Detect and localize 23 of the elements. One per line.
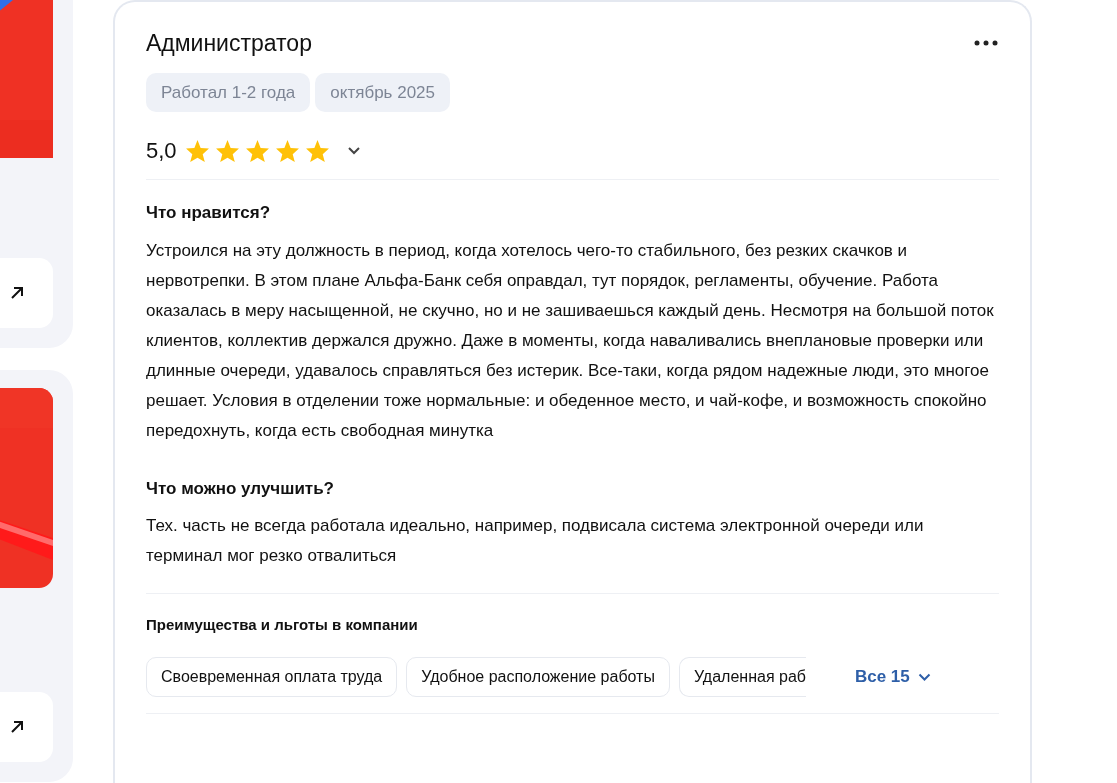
review-text: Тех. часть не всегда работала идеально, например, подвисала система электронной очереди или терминал мог резко отвалиться	[146, 515, 925, 567]
review-text: Устроился на эту должность в период, когда хотелось чего-то стабильного, без резких скачков и нервотрепки. В этом плане Альфа-Банк себя оправдал, тут порядок, регламенты, обучение. Работа оказалась в меру насыщенной, не скучно, но и не зашиваешься каждый день. Несмотря на большой поток клиентов, коллектив держался дружно. Даже в моменты, когда наваливались внеплановые проверки или длинные очереди, удавалось справляться без истерик. Все-таки, когда рядом надежные люди, это многое решает. Условия в отделении тоже нормальные: и обеденное место, и чай-кофе, и возможность спокойно передохнуть, когда есть свободная минутка	[146, 239, 995, 442]
chevron-icon	[346, 146, 361, 155]
benefit-tag: Удаленная раб	[678, 656, 806, 697]
benefits-heading: Преимущества и льготы в компании	[146, 615, 419, 635]
rating-value: 5,0	[146, 137, 177, 165]
star-icon	[274, 138, 300, 163]
section-heading: Что нравится?	[146, 202, 272, 224]
star-icon	[214, 138, 240, 163]
section-heading: Что можно улучшить?	[146, 477, 335, 500]
star-icon	[184, 138, 210, 163]
more-icon	[974, 40, 998, 46]
arrow-icon	[9, 719, 25, 735]
benefit-tag: Своевременная оплата труда	[146, 656, 398, 697]
chevron-icon	[917, 672, 931, 681]
star-icon	[244, 138, 270, 163]
position-title: Администратор	[146, 28, 312, 58]
arrow-icon	[9, 285, 25, 301]
show-all-link[interactable]: Все 15	[854, 663, 931, 690]
star-icon	[304, 138, 330, 163]
benefit-tag: Удобное расположение работы	[406, 656, 670, 697]
tag: Работал 1-2 года	[146, 73, 311, 112]
tag: октябрь 2025	[315, 73, 450, 112]
